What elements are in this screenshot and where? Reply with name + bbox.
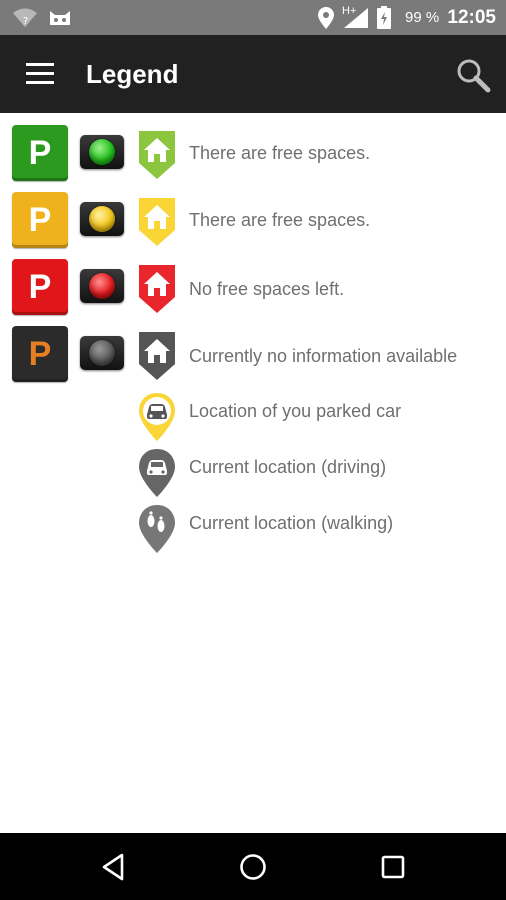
house-pin-gray-icon [139,332,175,380]
cat-notification-icon [50,11,70,25]
legend-label: No free spaces left. [189,279,345,299]
house-pin-yellow-icon [139,198,175,246]
wifi-icon: ? [13,8,37,27]
legend-row-walking: Current location (walking) [0,501,506,557]
navigation-bar [0,833,506,900]
legend-row-free-yellow: P There are free spaces. [0,192,506,248]
legend-label: There are free spaces. [189,143,371,163]
car-pin-yellow-icon [139,393,175,441]
car-pin-gray-icon [139,449,175,497]
page-title: Legend [86,59,179,89]
status-bar: ? H+ 99 % 12:05 [0,0,506,35]
traffic-light-red [80,269,124,303]
legend-label: Currently no information available [189,346,458,366]
svg-text:?: ? [23,16,28,27]
legend-label: There are free spaces. [189,210,371,230]
app-bar: Legend [0,35,506,113]
parking-sign-red: P [12,259,68,315]
traffic-light-yellow [80,202,124,236]
legend-row-free-green: P There are free spaces. [0,125,506,181]
battery-percent: 99 % [405,9,440,26]
traffic-light-green [80,135,124,169]
location-icon [318,7,334,29]
parking-sign-yellow: P [12,192,68,248]
battery-icon [377,6,391,29]
parking-sign-dark: P [12,326,68,382]
legend-row-parked-car: Location of you parked car [0,389,506,445]
legend-label: Location of you parked car [189,401,402,421]
home-icon[interactable] [237,851,269,883]
recents-icon[interactable] [377,851,409,883]
clock: 12:05 [447,7,496,28]
legend-label: Current location (walking) [189,513,394,533]
search-icon[interactable] [455,57,491,93]
legend-row-no-info: P Currently no information available [0,326,506,382]
traffic-light-off [80,336,124,370]
parking-sign-green: P [12,125,68,181]
house-pin-green-icon [139,131,175,179]
signal-icon [344,8,368,28]
legend-label: Current location (driving) [189,457,387,477]
legend-row-driving: Current location (driving) [0,445,506,501]
house-pin-red-icon [139,265,175,313]
legend-row-full-red: P No free spaces left. [0,259,506,315]
back-icon[interactable] [98,851,130,883]
menu-icon[interactable] [26,63,54,85]
footprints-pin-icon [139,505,175,553]
